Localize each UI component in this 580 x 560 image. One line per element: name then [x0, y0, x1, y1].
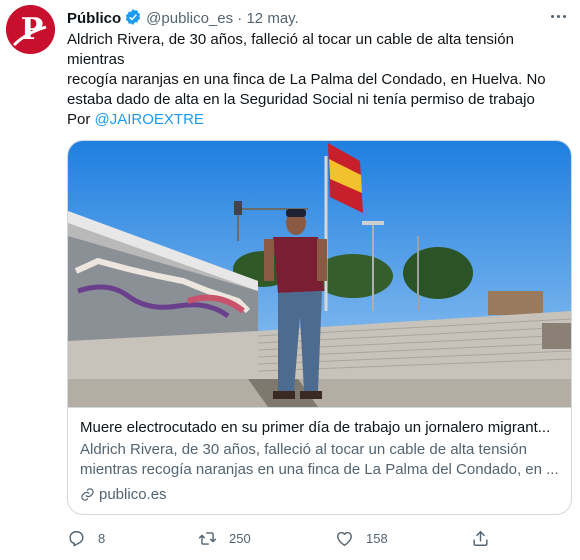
reply-icon: [69, 530, 84, 546]
tweet-header: Público @publico_es · 12 may.: [67, 8, 299, 31]
tweet-text-line: estaba dado de alta en la Seguridad Soci…: [67, 91, 535, 108]
reply-button[interactable]: 8: [67, 526, 105, 550]
byline-mention-link[interactable]: @JAIROEXTRE: [95, 111, 204, 128]
card-domain: publico.es: [80, 485, 167, 505]
verified-badge-icon: [124, 8, 142, 31]
byline: Por @JAIROEXTRE: [67, 110, 204, 130]
retweet-icon: [198, 531, 217, 545]
author-handle[interactable]: @publico_es: [146, 10, 233, 27]
retweet-button[interactable]: 250: [198, 526, 251, 550]
share-button[interactable]: [471, 526, 490, 550]
card-image[interactable]: [68, 141, 571, 407]
tweet-text-line: recogía naranjas en una finca de La Palm…: [67, 71, 546, 88]
byline-prefix: Por: [67, 111, 95, 128]
avatar-letter: P: [21, 12, 44, 47]
card-description-line: mientras recogía naranjas en una finca d…: [80, 461, 559, 478]
tweet-actions: 8 250 158: [67, 526, 537, 550]
retweet-count: 250: [229, 530, 251, 546]
card-title[interactable]: Muere electrocutado en su primer día de …: [80, 418, 560, 438]
like-icon: [337, 531, 352, 546]
share-icon: [473, 530, 488, 546]
like-button[interactable]: 158: [335, 526, 388, 550]
link-card[interactable]: Muere electrocutado en su primer día de …: [67, 140, 572, 515]
like-count: 158: [366, 530, 388, 546]
author-name[interactable]: Público: [67, 10, 121, 27]
card-meta[interactable]: Muere electrocutado en su primer día de …: [68, 407, 571, 514]
reply-count: 8: [98, 530, 106, 546]
tweet-text-line: Aldrich Rivera, de 30 años, falleció al …: [67, 31, 514, 68]
tweet-date[interactable]: 12 may.: [246, 10, 298, 27]
avatar[interactable]: P: [6, 5, 55, 54]
card-domain-text: publico.es: [99, 486, 167, 503]
more-options-icon[interactable]: [546, 4, 570, 28]
link-icon: [81, 488, 94, 501]
tweet-text: Aldrich Rivera, de 30 años, falleció al …: [67, 30, 567, 110]
header-separator: ·: [237, 10, 243, 27]
card-description: Aldrich Rivera, de 30 años, falleció al …: [80, 440, 560, 480]
card-description-line: Aldrich Rivera, de 30 años, falleció al …: [80, 441, 527, 458]
tweet[interactable]: P Público @publico_es · 12 may. Aldrich R…: [0, 0, 580, 560]
